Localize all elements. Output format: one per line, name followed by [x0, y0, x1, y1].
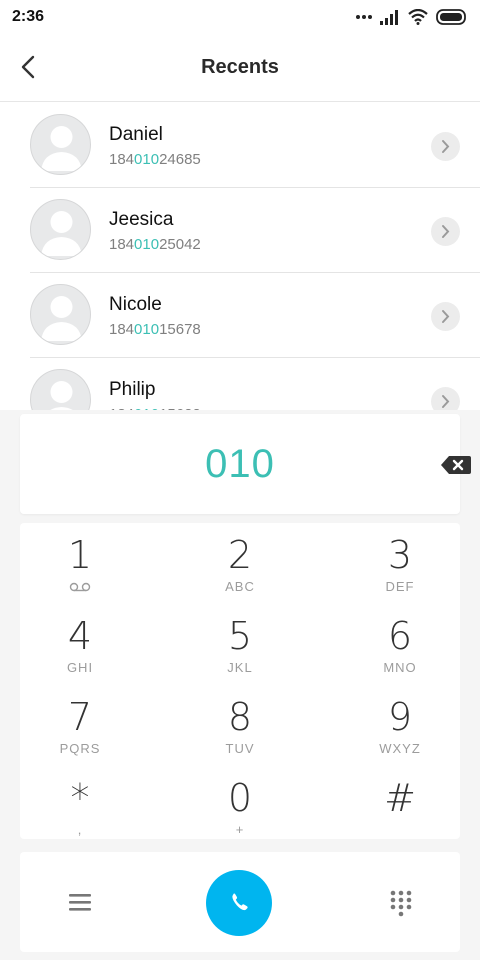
- contact-name: Jeesica: [109, 209, 174, 230]
- avatar: [30, 369, 91, 410]
- key-sub: PQRS: [59, 741, 101, 756]
- key-digit: 7: [67, 695, 93, 739]
- phone-prefix: 184: [109, 321, 135, 338]
- status-bar: 2:36: [0, 0, 480, 34]
- recents-list: Daniel 18401024685 Jeesica 18401025042 N…: [0, 103, 480, 410]
- key-digit: 6: [387, 614, 413, 658]
- key-hash[interactable]: #: [340, 766, 460, 846]
- key-3[interactable]: 3 DEF: [340, 523, 460, 603]
- key-sub: +: [235, 822, 245, 837]
- status-icons: [356, 9, 468, 25]
- key-sub: ABC: [225, 579, 255, 594]
- phone-match: 010: [134, 321, 160, 338]
- voicemail-icon: [69, 582, 91, 592]
- menu-button[interactable]: [67, 890, 93, 914]
- dialed-number: 010: [205, 442, 275, 486]
- menu-icon: [69, 894, 91, 911]
- key-digit: 3: [387, 533, 413, 577]
- person-icon: [41, 211, 82, 256]
- more-dots-icon: [356, 15, 372, 19]
- chevron-right-icon: [442, 395, 450, 408]
- phone-suffix: 15678: [159, 321, 201, 338]
- key-sub: TUV: [225, 741, 255, 756]
- key-5[interactable]: 5 JKL: [180, 604, 300, 684]
- phone-match: 010: [134, 151, 160, 168]
- key-digit: *: [70, 776, 90, 820]
- phone-match: 010: [134, 236, 160, 253]
- keypad-toggle-button[interactable]: [388, 889, 414, 917]
- contact-row[interactable]: Nicole 18401015678: [0, 273, 480, 358]
- phone-suffix: 25042: [159, 236, 201, 253]
- key-7[interactable]: 7 PQRS: [20, 685, 140, 765]
- backspace-icon: [441, 456, 471, 474]
- chevron-right-icon: [442, 140, 450, 153]
- key-digit: 0: [227, 776, 253, 820]
- contact-phone: 18401025042: [109, 236, 201, 253]
- key-sub: WXYZ: [379, 741, 421, 756]
- person-icon: [41, 296, 82, 341]
- battery-icon: [436, 9, 466, 25]
- key-digit: 8: [227, 695, 253, 739]
- key-2[interactable]: 2 ABC: [180, 523, 300, 603]
- key-sub: [20, 579, 140, 595]
- contact-row[interactable]: Jeesica 18401025042: [0, 188, 480, 273]
- phone-icon: [232, 893, 248, 911]
- phone-prefix: 184: [109, 236, 135, 253]
- contact-row[interactable]: Philip 18401015622: [0, 358, 480, 410]
- key-8[interactable]: 8 TUV: [180, 685, 300, 765]
- dial-display: 010: [20, 414, 471, 514]
- keypad: 1 2 ABC 3 DEF 4 GHI 5 JKL 6 MNO 7 PQRS 8…: [20, 523, 460, 839]
- key-digit: #: [384, 776, 416, 820]
- chevron-right-icon: [442, 225, 450, 238]
- key-9[interactable]: 9 WXYZ: [340, 685, 460, 765]
- key-digit: 1: [67, 533, 93, 577]
- call-button[interactable]: [206, 870, 272, 936]
- header: Recents: [0, 34, 480, 102]
- dialer-actions: [20, 852, 460, 952]
- wifi-icon: [408, 9, 428, 25]
- details-button[interactable]: [431, 302, 460, 331]
- key-sub: ,: [77, 822, 83, 837]
- contact-phone: 18401024685: [109, 151, 201, 168]
- dialer-panel: 010 1 2 ABC 3 DEF 4 GHI 5 JKL 6 MNO 7 PQ…: [0, 410, 480, 960]
- chevron-right-icon: [442, 310, 450, 323]
- contact-name: Nicole: [109, 294, 162, 315]
- dialpad-icon: [390, 890, 412, 917]
- key-sub: GHI: [66, 660, 94, 675]
- key-sub: JKL: [227, 660, 253, 675]
- avatar: [30, 199, 91, 260]
- key-digit: 4: [67, 614, 93, 658]
- contact-row[interactable]: Daniel 18401024685: [0, 103, 480, 188]
- key-sub: DEF: [385, 579, 415, 594]
- details-button[interactable]: [431, 132, 460, 161]
- page-title: Recents: [201, 56, 279, 78]
- avatar: [30, 284, 91, 345]
- key-1[interactable]: 1: [20, 523, 140, 603]
- signal-icon: [380, 10, 398, 25]
- key-4[interactable]: 4 GHI: [20, 604, 140, 684]
- backspace-button[interactable]: [440, 453, 472, 477]
- key-sub: MNO: [383, 660, 417, 675]
- phone-suffix: 24685: [159, 151, 201, 168]
- key-6[interactable]: 6 MNO: [340, 604, 460, 684]
- contact-name: Philip: [109, 379, 156, 400]
- key-digit: 5: [227, 614, 253, 658]
- details-button[interactable]: [431, 217, 460, 246]
- contact-phone: 18401015678: [109, 321, 201, 338]
- phone-prefix: 184: [109, 151, 135, 168]
- key-star[interactable]: * ,: [20, 766, 140, 846]
- avatar: [30, 114, 91, 175]
- person-icon: [41, 126, 82, 171]
- key-0[interactable]: 0 +: [180, 766, 300, 846]
- key-digit: 9: [387, 695, 413, 739]
- person-icon: [50, 381, 73, 410]
- details-button[interactable]: [431, 387, 460, 410]
- contact-name: Daniel: [109, 124, 163, 145]
- status-time: 2:36: [12, 8, 45, 25]
- key-digit: 2: [227, 533, 253, 577]
